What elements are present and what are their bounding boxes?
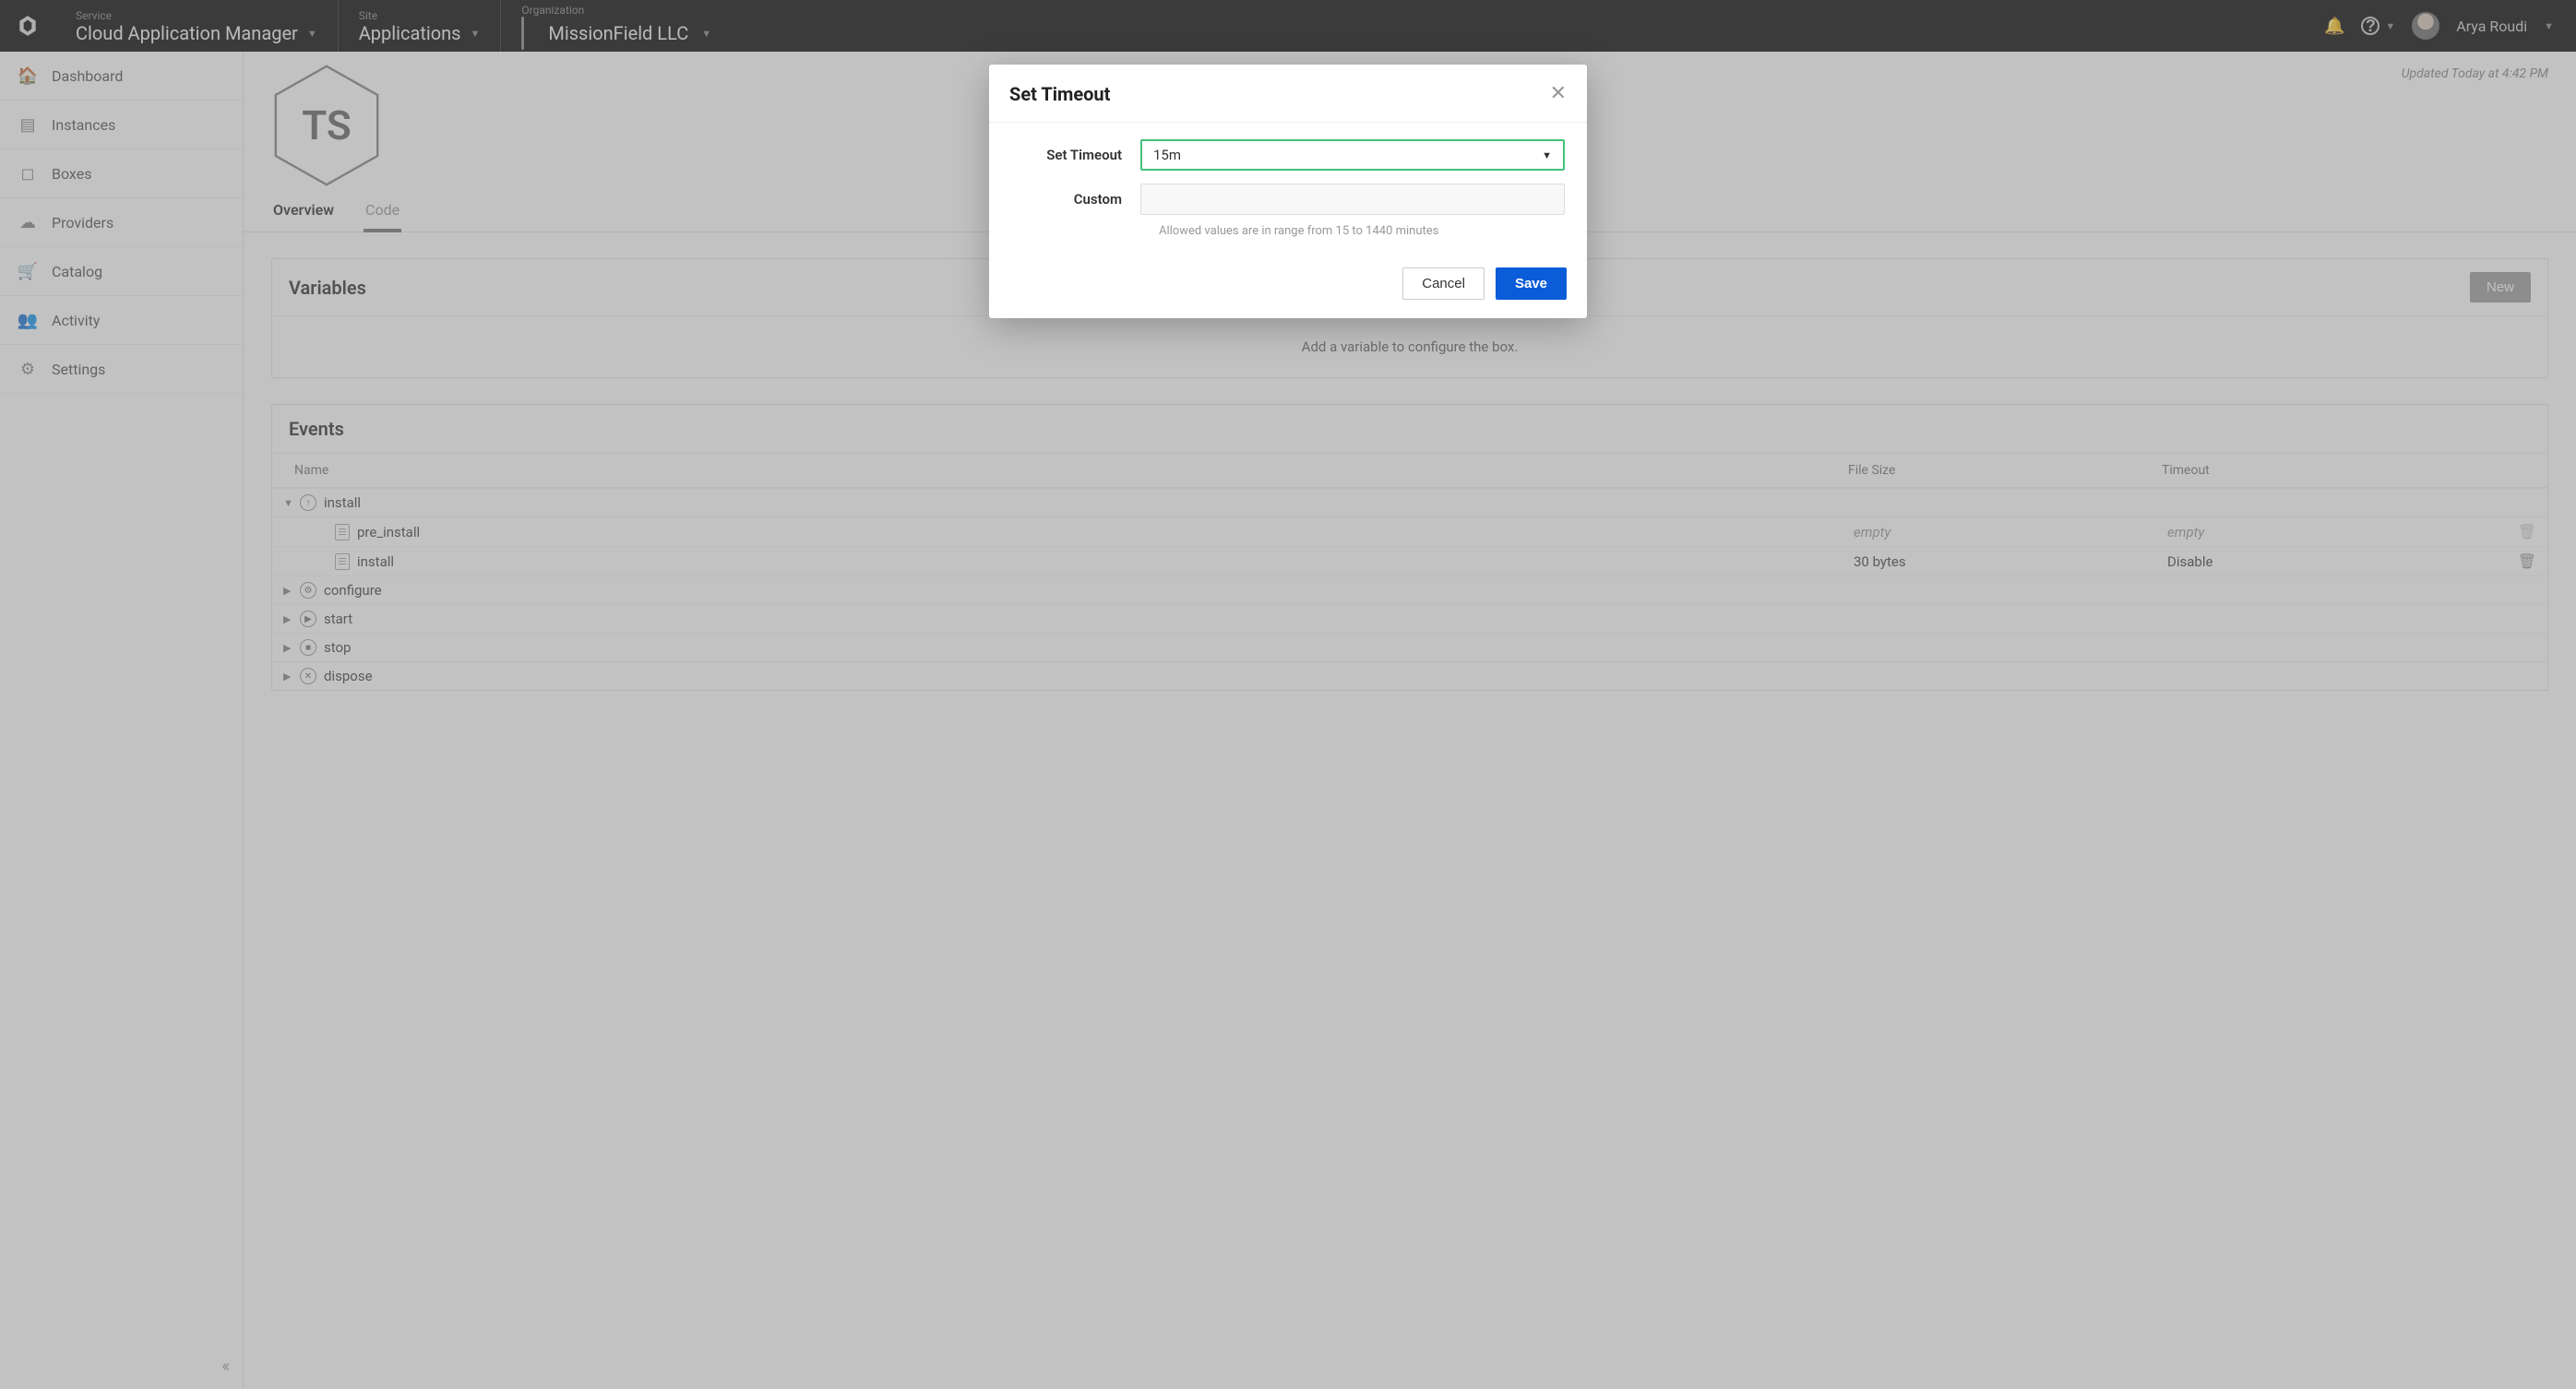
save-button[interactable]: Save <box>1496 267 1567 300</box>
modal-overlay[interactable]: Set Timeout ✕ Set Timeout 15m ▼ Custom A… <box>0 0 2576 1389</box>
chevron-down-icon: ▼ <box>1542 149 1552 161</box>
timeout-hint: Allowed values are in range from 15 to 1… <box>1011 224 1565 238</box>
custom-timeout-input[interactable] <box>1140 184 1565 215</box>
timeout-selected-value: 15m <box>1153 147 1181 163</box>
timeout-select[interactable]: 15m ▼ <box>1140 139 1565 171</box>
set-timeout-modal: Set Timeout ✕ Set Timeout 15m ▼ Custom A… <box>989 65 1587 318</box>
cancel-button[interactable]: Cancel <box>1402 267 1485 300</box>
close-icon[interactable]: ✕ <box>1550 84 1567 104</box>
modal-title: Set Timeout <box>1009 83 1110 105</box>
set-timeout-label: Set Timeout <box>1011 147 1140 163</box>
custom-label: Custom <box>1011 191 1140 208</box>
